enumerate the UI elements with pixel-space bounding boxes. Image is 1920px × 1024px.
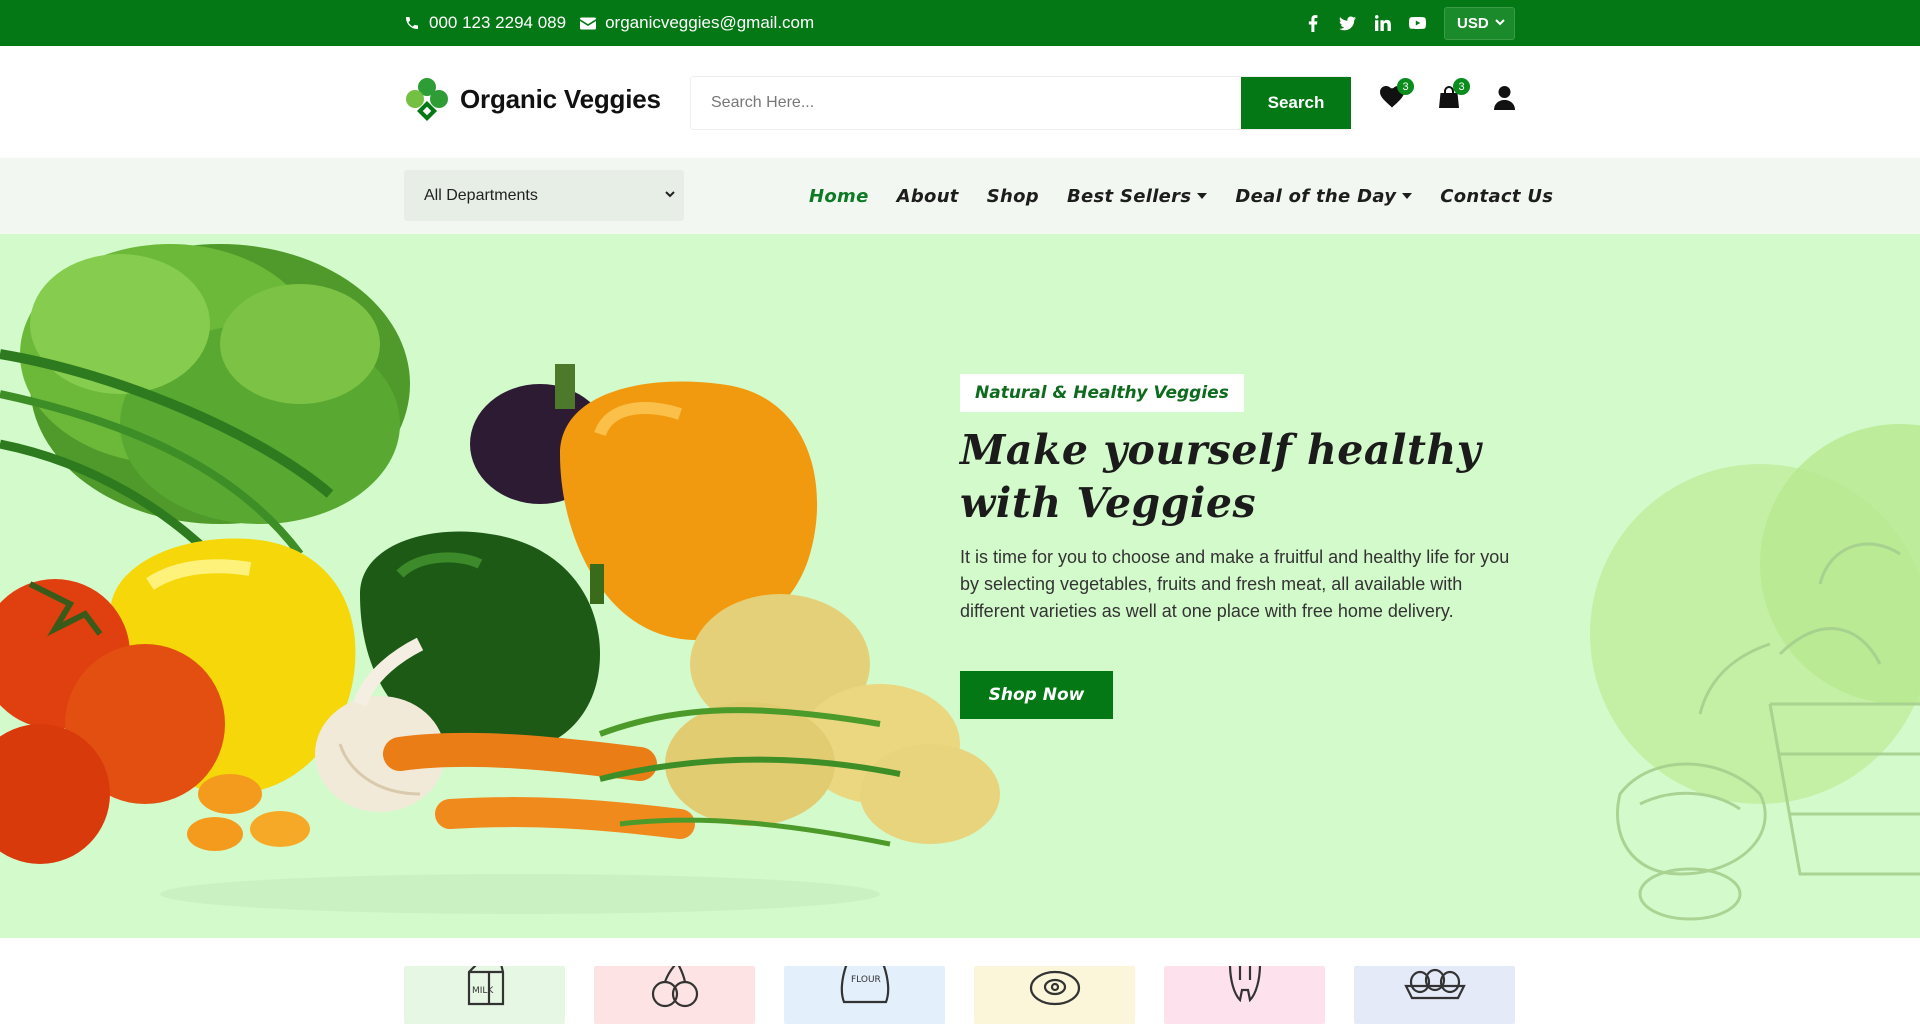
wishlist-button[interactable]: 3: [1380, 78, 1414, 113]
phone-contact[interactable]: 000 123 2294 089: [404, 13, 566, 33]
main-menu: Home About Shop Best Sellers Deal of the…: [809, 158, 1553, 234]
cherry-icon: [651, 966, 698, 1008]
contact-info: 000 123 2294 089 organicveggies@gmail.co…: [404, 0, 814, 46]
youtube-icon: [1409, 16, 1426, 30]
main-navbar: All Departments Home About Shop Best Sel…: [0, 158, 1920, 234]
top-bar: 000 123 2294 089 organicveggies@gmail.co…: [0, 0, 1920, 46]
hero-title: Make yourself healthy with Veggies: [960, 426, 1482, 527]
facebook-icon: [1308, 14, 1317, 32]
currency-select[interactable]: USD: [1444, 7, 1515, 40]
nav-best-sellers[interactable]: Best Sellers: [1066, 185, 1208, 207]
category-card-flour[interactable]: FLOUR: [784, 966, 945, 1024]
phone-icon: [406, 17, 418, 29]
meat-icon: [1029, 970, 1080, 1006]
twitter-icon: [1339, 15, 1356, 30]
envelope-icon: [580, 17, 597, 29]
category-card-dental[interactable]: [1164, 966, 1325, 1024]
milk-label: MILK: [472, 986, 494, 996]
category-card-eggs[interactable]: [1354, 966, 1515, 1024]
phone-number: 000 123 2294 089: [429, 13, 567, 32]
nav-deal-of-the-day[interactable]: Deal of the Day: [1235, 185, 1413, 207]
linkedin-link[interactable]: [1374, 15, 1391, 32]
nav-contact-us[interactable]: Contact Us: [1440, 186, 1553, 207]
facebook-link[interactable]: [1304, 14, 1321, 32]
category-card-milk[interactable]: MILK: [404, 966, 565, 1024]
account-button[interactable]: [1494, 86, 1515, 115]
site-logo[interactable]: Organic Veggies: [404, 76, 661, 122]
user-icon: [1494, 86, 1515, 110]
search-button[interactable]: Search: [1241, 77, 1351, 129]
flour-label: FLOUR: [851, 975, 881, 985]
currency-value: USD: [1457, 15, 1489, 32]
email-contact[interactable]: organicveggies@gmail.com: [580, 13, 814, 33]
egg-tray-icon: [1403, 968, 1466, 1000]
vegetables-image: [0, 244, 1000, 914]
search-input[interactable]: [691, 77, 1241, 129]
twitter-link[interactable]: [1339, 15, 1356, 32]
search-bar: Search: [690, 76, 1351, 130]
nav-about[interactable]: About: [897, 186, 959, 207]
tooth-icon: [1228, 966, 1261, 1003]
caret-down-icon: [1402, 193, 1413, 199]
clover-logo-icon: [406, 78, 448, 121]
nav-contact-label: Contact Us: [1440, 185, 1554, 207]
chevron-down-icon: [665, 191, 675, 198]
vegetable-basket-sketch: [1590, 424, 1920, 921]
wishlist-count-badge: 3: [1397, 78, 1414, 95]
nav-about-label: About: [896, 185, 959, 207]
department-select-value: All Departments: [424, 186, 538, 204]
nav-shop[interactable]: Shop: [987, 186, 1039, 207]
nav-home[interactable]: Home: [809, 186, 869, 207]
milk-carton-icon: MILK: [467, 966, 504, 1006]
category-card-fruits[interactable]: [594, 966, 755, 1024]
caret-down-icon: [1197, 193, 1208, 199]
hero-tagline: Natural & Healthy Veggies: [960, 374, 1244, 412]
brand-name: Organic Veggies: [460, 83, 661, 114]
hero-description: It is time for you to choose and make a …: [960, 547, 1510, 621]
youtube-link[interactable]: [1409, 15, 1426, 32]
flour-bag-icon: FLOUR: [840, 966, 889, 1004]
category-card-meat[interactable]: [974, 966, 1135, 1024]
email-address: organicveggies@gmail.com: [605, 13, 815, 32]
department-select[interactable]: All Departments: [404, 170, 684, 221]
linkedin-icon: [1374, 15, 1391, 31]
cart-count-badge: 3: [1453, 78, 1470, 95]
cart-button[interactable]: 3: [1438, 78, 1470, 113]
chevron-down-icon: [1495, 19, 1505, 26]
site-header: Organic Veggies Search 3 3: [0, 46, 1920, 158]
category-strip: MILK FLOUR: [404, 966, 1516, 1024]
hero-banner: Natural & Healthy Veggies Make yourself …: [0, 234, 1920, 938]
nav-home-label: Home: [809, 185, 869, 207]
nav-shop-label: Shop: [986, 185, 1039, 207]
social-links: [1304, 0, 1426, 46]
nav-best-sellers-label: Best Sellers: [1066, 185, 1192, 207]
nav-deal-label: Deal of the Day: [1235, 185, 1397, 207]
shop-now-button[interactable]: Shop Now: [960, 671, 1113, 719]
